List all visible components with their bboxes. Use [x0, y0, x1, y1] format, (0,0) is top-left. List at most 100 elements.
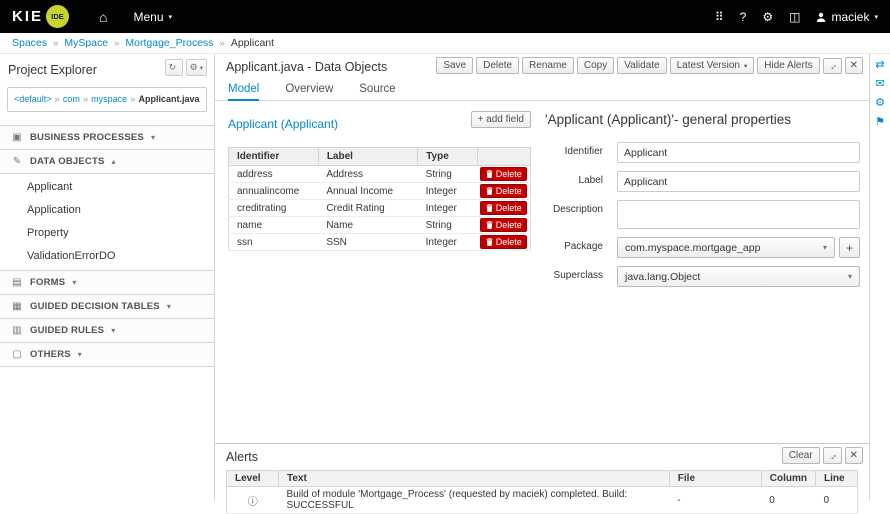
alert-file: - [669, 487, 761, 514]
tab-source[interactable]: Source [359, 78, 395, 101]
label-input[interactable] [617, 171, 860, 192]
explorer-section-forms[interactable]: ▤FORMS▾ [0, 271, 214, 295]
explorer-settings-button[interactable]: ⚙▾ [186, 59, 207, 76]
rename-button[interactable]: Rename [522, 57, 574, 74]
chevron-down-icon: ▾ [744, 62, 747, 70]
delete-field-button[interactable]: Delete [480, 235, 527, 249]
fields-header-cell: Identifier [229, 148, 319, 166]
project-explorer-panel: Project Explorer ↻ ⚙▾ <default>»com»mysp… [0, 54, 215, 500]
field-row[interactable]: addressAddressStringDelete [229, 166, 531, 183]
description-input[interactable] [617, 200, 860, 229]
alerts-title: Alerts [226, 450, 258, 464]
settings-panel-icon[interactable]: ⚙ [875, 98, 885, 109]
delete-field-button[interactable]: Delete [480, 218, 527, 232]
breadcrumb-item[interactable]: Spaces [12, 37, 47, 49]
chevron-down-icon: ▾ [72, 278, 76, 287]
breadcrumb-item[interactable]: MySpace [64, 37, 108, 49]
delete-button[interactable]: Delete [476, 57, 519, 74]
alerts-header-cell: Text [279, 471, 670, 487]
copy-button[interactable]: Copy [577, 57, 614, 74]
forms-icon: ▤ [10, 277, 24, 288]
maximize-editor-button[interactable]: ↔ [823, 58, 842, 74]
path-separator: » [83, 94, 88, 105]
section-label: DATA OBJECTS [30, 156, 105, 167]
add-field-button[interactable]: + add field [471, 111, 531, 128]
explorer-section-others[interactable]: ▢OTHERS▾ [0, 343, 214, 367]
business-processes-icon: ▣ [10, 132, 24, 143]
alerts-actions: Clear ↔ ✕ [782, 447, 863, 464]
explorer-path-item[interactable]: myspace [91, 94, 127, 104]
explorer-path-item[interactable]: com [63, 94, 80, 104]
identifier-input[interactable] [617, 142, 860, 163]
breadcrumb: Spaces»MySpace»Mortgage_Process»Applican… [0, 33, 890, 54]
archive-icon[interactable]: ◫ [789, 10, 800, 24]
explorer-item-applicant[interactable]: Applicant [0, 176, 214, 199]
maximize-alerts-button[interactable]: ↔ [823, 447, 842, 464]
guided-rules-icon: ▥ [10, 325, 24, 336]
explorer-section-business-processes[interactable]: ▣BUSINESS PROCESSES▾ [0, 126, 214, 150]
field-row[interactable]: annualincomeAnnual IncomeIntegerDelete [229, 183, 531, 200]
field-identifier: creditrating [229, 200, 319, 217]
explorer-section-data-objects[interactable]: ✎DATA OBJECTS▴ [0, 150, 214, 174]
field-label: Annual Income [318, 183, 417, 200]
guided-decision-tables-icon: ▦ [10, 301, 24, 312]
help-icon[interactable]: ? [740, 10, 747, 24]
breadcrumb-separator: » [114, 38, 119, 49]
clear-alerts-button[interactable]: Clear [782, 447, 820, 464]
chevron-down-icon: ▾ [823, 243, 827, 252]
explorer-item-property[interactable]: Property [0, 222, 214, 245]
alert-column: 0 [761, 487, 815, 514]
bookmark-panel-icon[interactable]: ⚑ [875, 117, 885, 128]
package-select[interactable]: com.myspace.mortgage_app ▾ [617, 237, 835, 258]
delete-field-button[interactable]: Delete [480, 167, 527, 181]
section-items: ApplicantApplicationPropertyValidationEr… [0, 174, 214, 271]
close-editor-button[interactable]: ✕ [845, 57, 863, 74]
breadcrumb-item[interactable]: Mortgage_Process [125, 37, 213, 49]
messages-panel-icon[interactable]: ✉ [875, 79, 884, 90]
explorer-item-application[interactable]: Application [0, 199, 214, 222]
hide-alerts-button[interactable]: Hide Alerts [757, 57, 819, 74]
superclass-select[interactable]: java.lang.Object ▾ [617, 266, 860, 287]
editor-toolbar: Save Delete Rename Copy Validate Latest … [436, 57, 863, 74]
tab-overview[interactable]: Overview [285, 78, 333, 101]
home-icon[interactable]: ⌂ [99, 9, 107, 25]
menu-dropdown[interactable]: Menu ▾ [133, 10, 172, 24]
settings-gear-icon[interactable]: ⚙ [762, 10, 773, 24]
project-explorer-actions: ↻ ⚙▾ [165, 59, 207, 76]
explorer-path-item[interactable]: <default> [14, 94, 52, 104]
superclass-label: Superclass [545, 266, 617, 287]
alerts-table-head: LevelTextFileColumnLine [227, 471, 858, 487]
explorer-section-guided-rules[interactable]: ▥GUIDED RULES▾ [0, 319, 214, 343]
delete-field-button[interactable]: Delete [480, 184, 527, 198]
field-row[interactable]: creditratingCredit RatingIntegerDelete [229, 200, 531, 217]
user-menu[interactable]: maciek ▾ [816, 10, 878, 24]
package-label: Package [545, 237, 617, 258]
kie-logo[interactable]: KIE IDE [12, 5, 69, 28]
explorer-section-guided-decision-tables[interactable]: ▦GUIDED DECISION TABLES▾ [0, 295, 214, 319]
properties-title: 'Applicant (Applicant)'- general propert… [545, 112, 860, 127]
new-package-button[interactable]: + [839, 237, 860, 258]
others-icon: ▢ [10, 349, 24, 360]
maximize-icon: ↔ [825, 59, 838, 72]
apps-grid-icon[interactable]: ⠿ [715, 10, 724, 24]
tab-model[interactable]: Model [228, 78, 259, 101]
save-button[interactable]: Save [436, 57, 473, 74]
breadcrumb-item: Applicant [231, 37, 274, 49]
editor-panel: Applicant.java - Data Objects Save Delet… [215, 54, 869, 443]
field-row[interactable]: ssnSSNIntegerDelete [229, 234, 531, 251]
validate-button[interactable]: Validate [617, 57, 666, 74]
alert-row[interactable]: ⓘBuild of module 'Mortgage_Process' (req… [227, 487, 858, 514]
refresh-button[interactable]: ↻ [165, 59, 183, 76]
latest-version-dropdown[interactable]: Latest Version ▾ [670, 57, 755, 74]
close-icon: ✕ [850, 450, 858, 461]
identifier-label: Identifier [545, 142, 617, 163]
explorer-item-validationerrordo[interactable]: ValidationErrorDO [0, 245, 214, 268]
field-row[interactable]: nameNameStringDelete [229, 217, 531, 234]
package-value: com.myspace.mortgage_app [625, 242, 760, 254]
delete-field-button[interactable]: Delete [480, 201, 527, 215]
section-label: GUIDED RULES [30, 325, 104, 336]
close-alerts-button[interactable]: ✕ [845, 447, 863, 464]
collapse-panels-icon[interactable]: ⇄ [875, 60, 884, 71]
fields-table-head: IdentifierLabelType [229, 148, 531, 166]
latest-version-label: Latest Version [677, 60, 740, 71]
